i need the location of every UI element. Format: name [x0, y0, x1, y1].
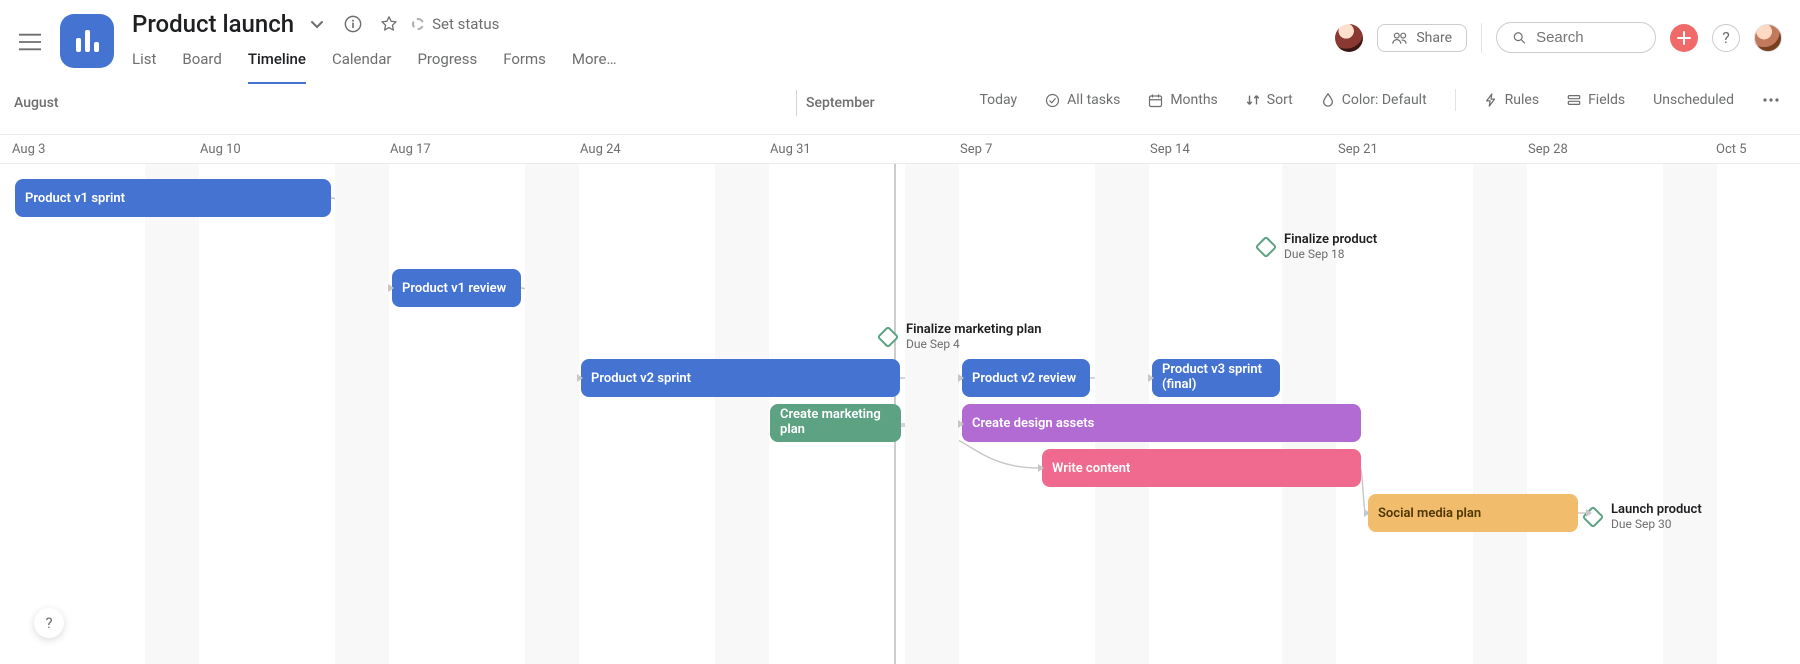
tab-more[interactable]: More…: [572, 50, 617, 84]
star-icon[interactable]: [376, 11, 402, 37]
tab-forms[interactable]: Forms: [503, 50, 546, 84]
task-bar[interactable]: Product v2 review: [962, 359, 1090, 397]
task-bar[interactable]: Product v1 sprint: [15, 179, 331, 217]
unscheduled-button[interactable]: Unscheduled: [1653, 92, 1734, 108]
date-label: Sep 14: [1150, 142, 1190, 157]
status-dot-icon: [412, 18, 424, 30]
task-bar[interactable]: Social media plan: [1368, 494, 1578, 532]
share-label: Share: [1416, 30, 1452, 46]
task-bar[interactable]: Create marketing plan: [770, 404, 901, 442]
task-bar[interactable]: Write content: [1042, 449, 1361, 487]
date-label: Aug 24: [580, 142, 621, 157]
date-label: Sep 21: [1338, 142, 1378, 157]
date-label: Oct 5: [1716, 142, 1747, 157]
all-tasks-filter[interactable]: All tasks: [1045, 92, 1120, 108]
tab-progress[interactable]: Progress: [417, 50, 477, 84]
project-icon: [60, 14, 114, 68]
diamond-icon: [877, 325, 900, 348]
set-status-label: Set status: [432, 15, 499, 33]
tab-timeline[interactable]: Timeline: [248, 50, 306, 84]
tab-board[interactable]: Board: [182, 50, 221, 84]
weekend-column: [715, 164, 742, 664]
month-label-august: August: [14, 95, 59, 111]
date-label: Sep 28: [1528, 142, 1568, 157]
tab-list[interactable]: List: [132, 50, 156, 84]
dots-icon: [1762, 97, 1780, 103]
milestone[interactable]: Launch productDue Sep 30: [1585, 502, 1702, 531]
project-title[interactable]: Product launch: [132, 10, 294, 38]
title-chevron-icon[interactable]: [304, 11, 330, 37]
fields-icon: [1567, 93, 1581, 107]
help-fab[interactable]: ?: [34, 608, 64, 638]
tab-calendar[interactable]: Calendar: [332, 50, 392, 84]
search-input[interactable]: [1536, 29, 1639, 46]
weekend-column: [525, 164, 552, 664]
date-label: Aug 10: [200, 142, 241, 157]
global-add-button[interactable]: [1670, 24, 1698, 52]
zoom-months[interactable]: Months: [1148, 92, 1217, 108]
weekend-column: [362, 164, 389, 664]
sort-button[interactable]: Sort: [1246, 92, 1293, 108]
weekend-column: [742, 164, 769, 664]
droplet-icon: [1321, 93, 1335, 107]
more-actions-button[interactable]: [1762, 97, 1780, 103]
month-divider: [796, 90, 797, 116]
share-button[interactable]: Share: [1377, 24, 1467, 52]
date-label: Aug 31: [770, 142, 811, 157]
date-label: Aug 3: [12, 142, 45, 157]
date-label: Aug 17: [390, 142, 431, 157]
weekend-column: [552, 164, 579, 664]
sort-icon: [1246, 93, 1260, 107]
task-bar[interactable]: Product v1 review: [392, 269, 521, 307]
weekend-column: [1473, 164, 1500, 664]
search-icon: [1513, 30, 1526, 46]
divider: [1481, 23, 1482, 53]
set-status-button[interactable]: Set status: [412, 15, 499, 33]
today-button[interactable]: Today: [979, 92, 1017, 108]
diamond-icon: [1255, 235, 1278, 258]
weekend-column: [145, 164, 172, 664]
bolt-icon: [1484, 93, 1498, 107]
rules-button[interactable]: Rules: [1484, 92, 1539, 108]
info-icon[interactable]: [340, 11, 366, 37]
check-circle-icon: [1045, 93, 1060, 108]
fields-button[interactable]: Fields: [1567, 92, 1625, 108]
weekend-column: [335, 164, 362, 664]
user-avatar[interactable]: [1754, 24, 1782, 52]
weekend-column: [905, 164, 932, 664]
toolbar-divider: [1455, 89, 1456, 111]
task-bar[interactable]: Product v2 sprint: [581, 359, 900, 397]
task-bar[interactable]: Product v3 sprint (final): [1152, 359, 1280, 397]
weekend-column: [172, 164, 199, 664]
member-avatar[interactable]: [1335, 24, 1363, 52]
people-icon: [1392, 31, 1408, 45]
weekend-column: [1500, 164, 1527, 664]
weekend-column: [932, 164, 959, 664]
help-button[interactable]: ?: [1712, 24, 1740, 52]
task-bar[interactable]: Create design assets: [962, 404, 1361, 442]
search-box[interactable]: [1496, 22, 1656, 53]
color-button[interactable]: Color: Default: [1321, 92, 1427, 108]
date-label: Sep 7: [960, 142, 992, 157]
calendar-icon: [1148, 93, 1163, 108]
weekend-column: [1690, 164, 1717, 664]
month-label-september: September: [806, 95, 875, 111]
sidebar-toggle[interactable]: [0, 22, 60, 62]
milestone[interactable]: Finalize productDue Sep 18: [1258, 232, 1377, 261]
weekend-column: [1663, 164, 1690, 664]
milestone[interactable]: Finalize marketing planDue Sep 4: [880, 322, 1041, 351]
